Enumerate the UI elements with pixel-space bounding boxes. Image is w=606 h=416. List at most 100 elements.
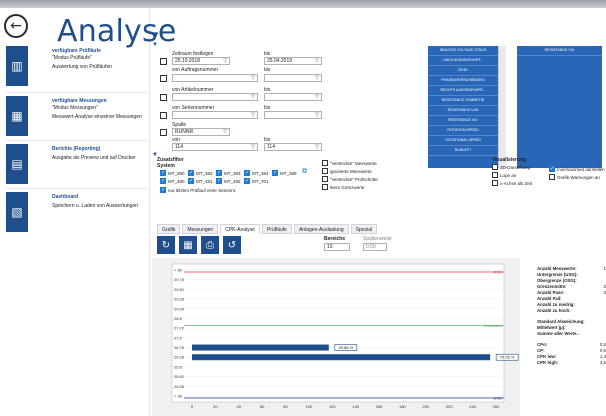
x-tick-label: 60 [260, 404, 265, 409]
system-checkbox[interactable]: ✓ MT_482 [216, 178, 241, 184]
hidden-steps-checkbox[interactable]: "versteckte" Prüfschritte [322, 176, 378, 182]
chevron-down-icon[interactable]: ▼ [152, 42, 158, 48]
lupe-checkbox[interactable]: Lupe an [492, 172, 516, 178]
statistics-panel: Anzahl Messwerte: 1 Untergrenze (USG): Ob… [537, 266, 606, 366]
tab-anlagen-auslastung[interactable]: Anlagen-Auslastung [293, 224, 349, 234]
list-item[interactable]: RESISTANCE V/U [517, 46, 602, 56]
nav-item-pruflaufe[interactable]: verfügbare Prüfläufe "Modus Prüfläufe" A… [52, 48, 148, 70]
serien-checkbox[interactable] [160, 112, 167, 119]
bereiche-label: Bereiche [324, 236, 346, 242]
spalte-select[interactable]: RUNNR ▽ [172, 128, 230, 136]
bereiche-input[interactable]: 10 [324, 243, 350, 251]
bis-date-input[interactable]: 25.04.2019 ▽ [264, 57, 322, 65]
tab-messungen[interactable]: Messungen [182, 224, 219, 234]
tab-spezial[interactable]: Spezial [350, 224, 378, 234]
y-tick-label: 25.28 [174, 384, 185, 389]
chevron-down-icon: ▽ [315, 75, 319, 81]
y-tick-label: 25.8 [174, 364, 183, 369]
system-checkbox[interactable]: ✓ MT_380 [160, 170, 185, 176]
list-item[interactable]: INDUCED VOLTAGE STAUS [428, 46, 498, 56]
system-checkbox[interactable]: ✓ MT_480 [160, 178, 185, 184]
spalte-checkbox[interactable] [160, 129, 167, 136]
nav-tile-pruflaufe[interactable]: ▥ [6, 46, 28, 86]
bis-select[interactable]: 114 ▽ [264, 143, 322, 151]
list-item[interactable]: RESISTANCE V/U [428, 116, 498, 126]
auftrag-von-select[interactable]: ▽ [172, 74, 258, 82]
y-tick-label: 28.8 [174, 316, 183, 321]
y-tick-label: 29.28 [174, 297, 185, 302]
refresh-button[interactable]: ↻ [157, 236, 175, 254]
bis-label: bis [264, 67, 271, 73]
back-button[interactable]: ← [4, 14, 28, 38]
artikel-von-select[interactable]: ▽ [172, 93, 258, 101]
table-button[interactable]: ▦ [179, 236, 197, 254]
chevron-down-icon[interactable]: ▼ [152, 30, 160, 39]
divider [6, 188, 148, 189]
nav-tile-berichte[interactable]: ▤ [6, 144, 28, 184]
last-run-checkbox[interactable]: ✓ nur letzten Prüflauf einer Seriennr. [160, 187, 236, 193]
tab-cpk-analyse[interactable]: CPK-Analyse [220, 224, 260, 234]
selected-parameter-list[interactable]: RESISTANCE V/U [517, 46, 602, 168]
nav-tile-messungen[interactable]: ▦ [6, 96, 28, 136]
system-checkbox[interactable]: ✓ MT_382 [188, 170, 213, 176]
list-item[interactable]: PHASENVERSCHIEBUNG [428, 76, 498, 86]
list-item[interactable]: LINKS AUSSENFUHRT... [428, 56, 498, 66]
nav-description: Messwert-Analyse einzelner Messungen [52, 114, 142, 120]
x-tick-label: 20 [213, 404, 218, 409]
list-item[interactable]: ROTATION SPEED [428, 126, 498, 136]
system-checkbox[interactable]: ✓ MT_481 [188, 178, 213, 184]
system-checkbox[interactable]: ✓ MT_389 [272, 170, 297, 176]
y-tick-label: 26.28 [174, 355, 185, 360]
serien-bis-select[interactable]: ▽ [264, 111, 322, 119]
list-item[interactable]: RESISTANCE U/W [428, 106, 498, 116]
list-item[interactable]: ROTATIONAL SPEED [428, 136, 498, 146]
hidden-values-checkbox[interactable]: "versteckte" Messwerte [322, 160, 377, 166]
chevron-down-icon: ▽ [251, 112, 255, 118]
system-checkbox[interactable]: ✓ MT_701 [244, 178, 269, 184]
reset-button[interactable]: ↺ [223, 236, 241, 254]
nav-item-berichte[interactable]: Berichte (Reporting) Ausgabe als Preview… [52, 146, 148, 161]
von-date-input[interactable]: 25.10.2018 ▽ [172, 57, 230, 65]
nav-item-dashboard[interactable]: Dashboard Speichern u. Laden von Auswert… [52, 194, 148, 209]
system-checkbox[interactable]: ✓ MT_384 [244, 170, 269, 176]
report-icon: ▤ [11, 157, 23, 171]
list-item[interactable]: RESISTANCE SYMMETRI [428, 96, 498, 106]
list-item[interactable]: RUNLEFT [428, 146, 498, 156]
ignored-values-checkbox[interactable]: ignorierte Messwerte [322, 168, 372, 174]
list-item[interactable]: RECHTS AUSSENFUHRT... [428, 86, 498, 96]
tab-grafik[interactable]: Grafik [157, 224, 181, 234]
serien-von-select[interactable]: ▽ [172, 111, 258, 119]
limit-line-label: Grenzwert [484, 323, 503, 328]
y-tick-label: 29.76 [174, 277, 185, 282]
print-button[interactable]: ⎙ [201, 236, 219, 254]
auftrag-checkbox[interactable] [160, 75, 167, 82]
x-axis-time-checkbox[interactable]: x-Achse als Zeit [492, 180, 532, 186]
spaltenweite-input[interactable]: 0,50 [363, 243, 387, 251]
empty-limits-checkbox[interactable]: leere Grenzwerte [322, 184, 365, 190]
tab-pruflaufe[interactable]: Prüfläufe [261, 224, 292, 234]
list-item[interactable]: DF4D [428, 66, 498, 76]
chevron-down-icon: ▽ [315, 144, 319, 150]
nav-description: Speichern u. Laden von Auswertungen [52, 203, 138, 209]
von-select[interactable]: 114 ▽ [172, 143, 258, 151]
x-tick-label: 200 [423, 404, 430, 409]
nav-title: verfügbare Messungen [52, 98, 107, 104]
warnings-checkbox[interactable]: Grafik-Warnungen an [549, 174, 600, 180]
minmax-checkbox[interactable]: ✓ min/max/med darstellen [549, 166, 605, 172]
artikel-bis-select[interactable]: ▽ [264, 93, 322, 101]
x-tick-label: 120 [329, 404, 336, 409]
nav-item-messungen[interactable]: verfügbare Messungen "Modus Messungen" M… [52, 98, 148, 120]
auftrag-bis-select[interactable]: ▽ [264, 74, 322, 82]
3d-checkbox[interactable]: 3D-Darstellung [492, 164, 530, 170]
reset-icon: ↺ [227, 239, 237, 251]
x-tick-label: 0 [191, 404, 194, 409]
parameter-list[interactable]: INDUCED VOLTAGE STAUS LINKS AUSSENFUHRT.… [428, 46, 498, 168]
system-checkbox[interactable]: ✓ MT_383 [216, 170, 241, 176]
nav-tile-dashboard[interactable]: ▧ [6, 192, 28, 232]
x-tick-label: 80 [283, 404, 288, 409]
artikel-checkbox[interactable] [160, 94, 167, 101]
select-all-icon[interactable]: ⧉ [302, 168, 307, 176]
x-tick-label: 160 [376, 404, 383, 409]
zeitraum-checkbox[interactable] [160, 58, 167, 65]
list-scrollbar[interactable] [498, 46, 506, 168]
